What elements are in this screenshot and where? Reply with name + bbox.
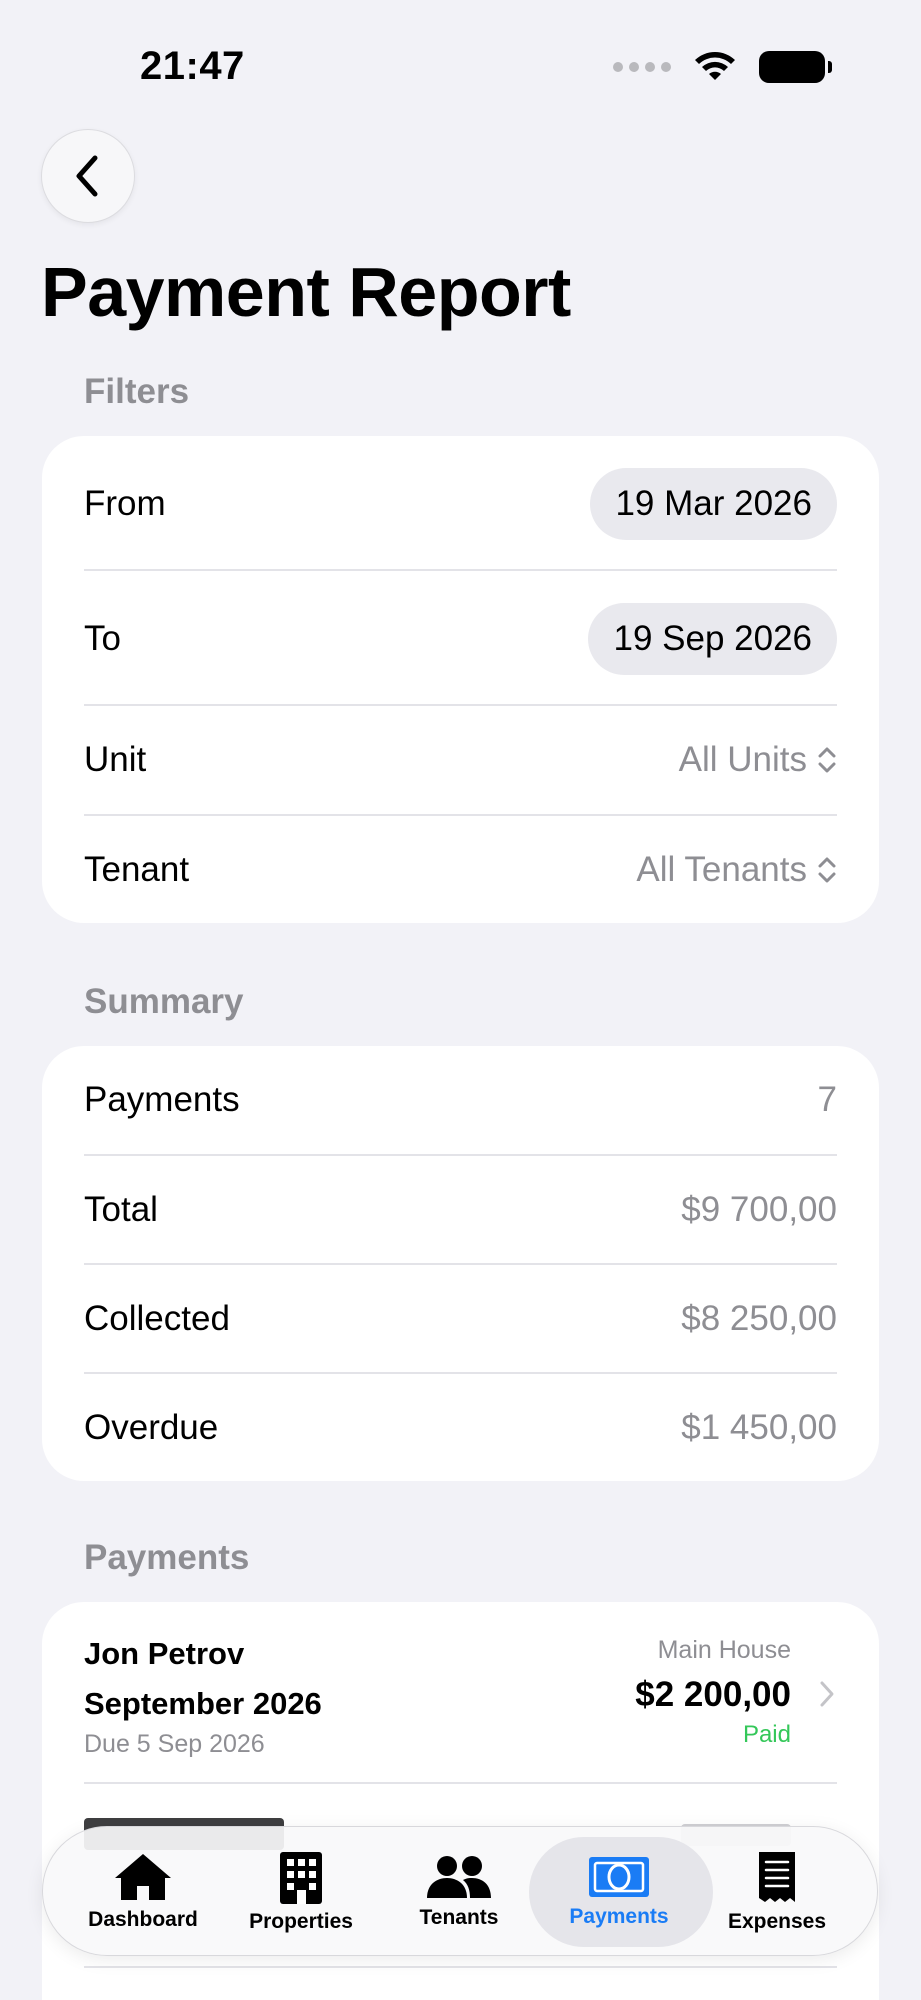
wifi-icon xyxy=(695,52,735,80)
summary-value: $9 700,00 xyxy=(681,1189,837,1229)
payment-amount: $2 200,00 xyxy=(635,1675,791,1714)
divider xyxy=(84,1966,837,1968)
payment-details: Main House $2 200,00 Paid xyxy=(635,1636,791,1749)
from-label: From xyxy=(84,484,166,523)
status-time: 21:47 xyxy=(140,44,245,88)
summary-row: Payments 7 xyxy=(84,1046,837,1154)
tenant-label: Tenant xyxy=(84,849,190,889)
summary-value: $8 250,00 xyxy=(681,1298,837,1338)
people-icon xyxy=(427,1856,491,1898)
summary-label: Overdue xyxy=(84,1407,219,1447)
unit-label: Unit xyxy=(84,740,147,779)
chevron-right-icon xyxy=(820,1681,834,1707)
unit-row[interactable]: Unit All Units xyxy=(84,706,837,814)
receipt-icon xyxy=(759,1852,795,1902)
house-icon xyxy=(115,1854,171,1900)
to-row: To 19 Sep 2026 xyxy=(84,603,837,675)
filters-card: From 19 Mar 2026 To 19 Sep 2026 Unit All… xyxy=(42,436,879,923)
unit-picker-value: All Units xyxy=(678,740,807,779)
from-date-picker[interactable]: 19 Mar 2026 xyxy=(590,468,837,540)
tenant-row[interactable]: Tenant All Tenants xyxy=(84,816,837,923)
payment-period: September 2026 xyxy=(84,1686,322,1721)
payment-due-date: Due 5 Sep 2026 xyxy=(84,1730,265,1758)
chevron-up-down-icon xyxy=(818,747,836,773)
divider xyxy=(84,569,837,571)
payments-section-header: Payments xyxy=(84,1538,250,1577)
banknote-icon xyxy=(589,1857,649,1897)
summary-label: Payments xyxy=(84,1080,240,1119)
filters-section-header: Filters xyxy=(84,372,190,411)
payment-unit: Main House xyxy=(657,1636,791,1664)
chevron-left-icon xyxy=(76,155,98,197)
tab-label: Properties xyxy=(249,1910,353,1933)
summary-card: Payments 7 Total $9 700,00 Collected $8 … xyxy=(42,1046,879,1481)
tab-dashboard[interactable]: Dashboard xyxy=(63,1827,223,1957)
summary-section-header: Summary xyxy=(84,982,244,1021)
tab-payments[interactable]: Payments xyxy=(539,1827,699,1957)
summary-label: Total xyxy=(84,1189,158,1229)
summary-row: Overdue $1 450,00 xyxy=(84,1374,837,1481)
summary-row: Collected $8 250,00 xyxy=(84,1265,837,1372)
payment-tenant-name: Jon Petrov xyxy=(84,1636,245,1671)
payment-list-item[interactable]: Jon Petrov September 2026 Due 5 Sep 2026… xyxy=(42,1602,879,1782)
tab-expenses[interactable]: Expenses xyxy=(697,1827,857,1957)
tab-bar: Dashboard Properties Tenants Payments Ex… xyxy=(42,1826,878,1956)
tab-label: Dashboard xyxy=(88,1908,198,1931)
page-title: Payment Report xyxy=(41,253,571,331)
from-row: From 19 Mar 2026 xyxy=(84,468,837,540)
battery-icon xyxy=(759,51,832,83)
tab-label: Payments xyxy=(569,1905,669,1928)
tab-label: Expenses xyxy=(727,1910,827,1933)
unit-picker[interactable]: All Units xyxy=(679,740,837,780)
back-button[interactable] xyxy=(41,129,135,223)
building-icon xyxy=(280,1852,322,1904)
status-icons xyxy=(613,50,832,84)
status-bar: 21:47 xyxy=(0,0,921,130)
tenant-picker[interactable]: All Tenants xyxy=(636,850,837,890)
payment-status-badge: Paid xyxy=(742,1721,791,1748)
tab-properties[interactable]: Properties xyxy=(221,1827,381,1957)
tenant-picker-value: All Tenants xyxy=(636,849,807,889)
summary-label: Collected xyxy=(84,1298,230,1338)
summary-value: 7 xyxy=(817,1080,837,1119)
summary-row: Total $9 700,00 xyxy=(84,1156,837,1263)
cellular-signal-icon xyxy=(613,62,671,72)
summary-value: $1 450,00 xyxy=(681,1407,837,1447)
payment-info: Jon Petrov September 2026 Due 5 Sep 2026 xyxy=(84,1636,322,1759)
to-label: To xyxy=(84,619,121,658)
tab-tenants[interactable]: Tenants xyxy=(379,1827,539,1957)
chevron-up-down-icon xyxy=(818,857,836,882)
to-date-picker[interactable]: 19 Sep 2026 xyxy=(588,603,837,675)
tab-label: Tenants xyxy=(419,1906,499,1929)
